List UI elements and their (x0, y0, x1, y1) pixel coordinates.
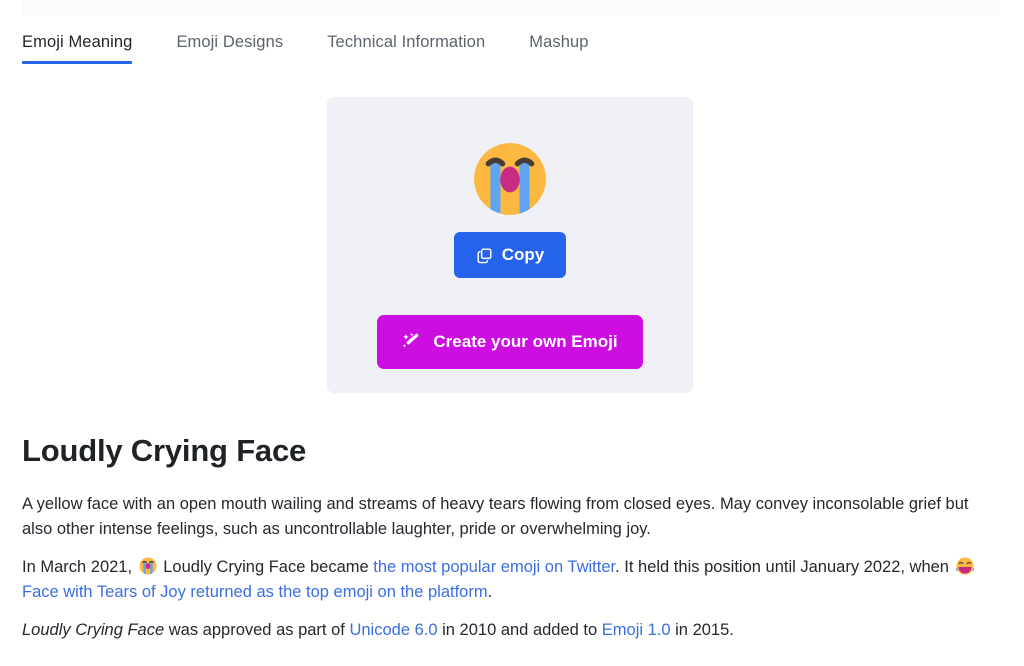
text-fragment: was approved as part of (168, 621, 345, 639)
copy-icon (476, 247, 493, 264)
text-fragment: in 2010 and added to (442, 621, 598, 639)
emoji-showcase-panel: Copy Create your own Emoji (327, 97, 693, 393)
magic-wand-icon (402, 332, 422, 352)
link-unicode-6-0[interactable]: Unicode 6.0 (349, 621, 437, 639)
create-button-label: Create your own Emoji (433, 332, 618, 351)
copy-button[interactable]: Copy (453, 232, 567, 278)
copy-button-label: Copy (501, 245, 545, 264)
text-fragment-italic: Loudly Crying Face (22, 621, 165, 639)
loudly-crying-face-emoji (474, 143, 546, 215)
tab-label: Emoji Designs (176, 33, 284, 51)
tab-emoji-meaning[interactable]: Emoji Meaning (22, 32, 133, 64)
tab-mashup[interactable]: Mashup (529, 32, 588, 64)
tab-label: Emoji Meaning (22, 33, 133, 51)
tab-technical-information[interactable]: Technical Information (327, 32, 485, 64)
create-your-own-emoji-button[interactable]: Create your own Emoji (377, 315, 643, 369)
link-most-popular-emoji-twitter[interactable]: the most popular emoji on Twitter (373, 558, 615, 576)
article-body: Loudly Crying Face A yellow face with an… (22, 432, 982, 643)
loudly-crying-face-emoji-inline (139, 557, 157, 575)
text-fragment: . It held this position until January 20… (615, 558, 949, 576)
tab-label: Mashup (529, 33, 589, 51)
tab-emoji-designs[interactable]: Emoji Designs (176, 32, 283, 64)
tab-bar: Emoji Meaning Emoji Designs Technical In… (0, 32, 1024, 68)
paragraph-approval: Loudly Crying Face was approved as part … (22, 618, 982, 643)
paragraph-description: A yellow face with an open mouth wailing… (22, 495, 969, 538)
link-face-with-tears-of-joy[interactable]: Face with Tears of Joy returned as the t… (22, 583, 488, 601)
link-emoji-1-0[interactable]: Emoji 1.0 (602, 621, 671, 639)
text-fragment: In March 2021, (22, 558, 133, 576)
paragraph-history: In March 2021, Loudly Crying Face became… (22, 555, 982, 604)
tab-label: Technical Information (327, 33, 486, 51)
text-fragment: Loudly Crying Face became (163, 558, 369, 576)
text-fragment: in 2015. (675, 621, 734, 639)
text-fragment: . (487, 582, 493, 601)
page-title: Loudly Crying Face (22, 433, 307, 468)
face-with-tears-of-joy-emoji-inline (955, 557, 974, 575)
top-divider-band (22, 0, 999, 15)
